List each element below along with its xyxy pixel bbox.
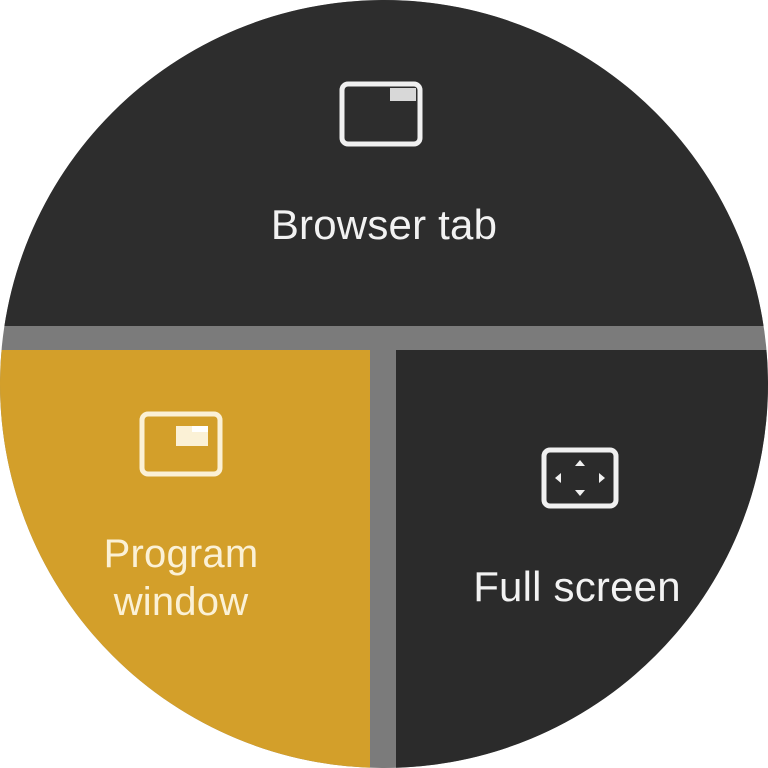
browser-tab-icon bbox=[339, 81, 423, 147]
full-screen-label: Full screen bbox=[473, 563, 681, 610]
program-window-label-line1: Program bbox=[103, 532, 259, 576]
screen-share-picker: Browser tab Program window Full screen bbox=[0, 0, 768, 768]
browser-tab-option[interactable]: Browser tab bbox=[0, 0, 768, 326]
program-window-label-line2: window bbox=[113, 580, 249, 624]
full-screen-icon bbox=[541, 447, 619, 509]
browser-tab-label: Browser tab bbox=[270, 201, 498, 248]
program-window-label: Program window bbox=[0, 530, 362, 626]
full-screen-option[interactable]: Full screen bbox=[396, 350, 768, 768]
program-window-icon bbox=[139, 411, 223, 477]
program-window-option[interactable]: Program window bbox=[0, 350, 370, 768]
